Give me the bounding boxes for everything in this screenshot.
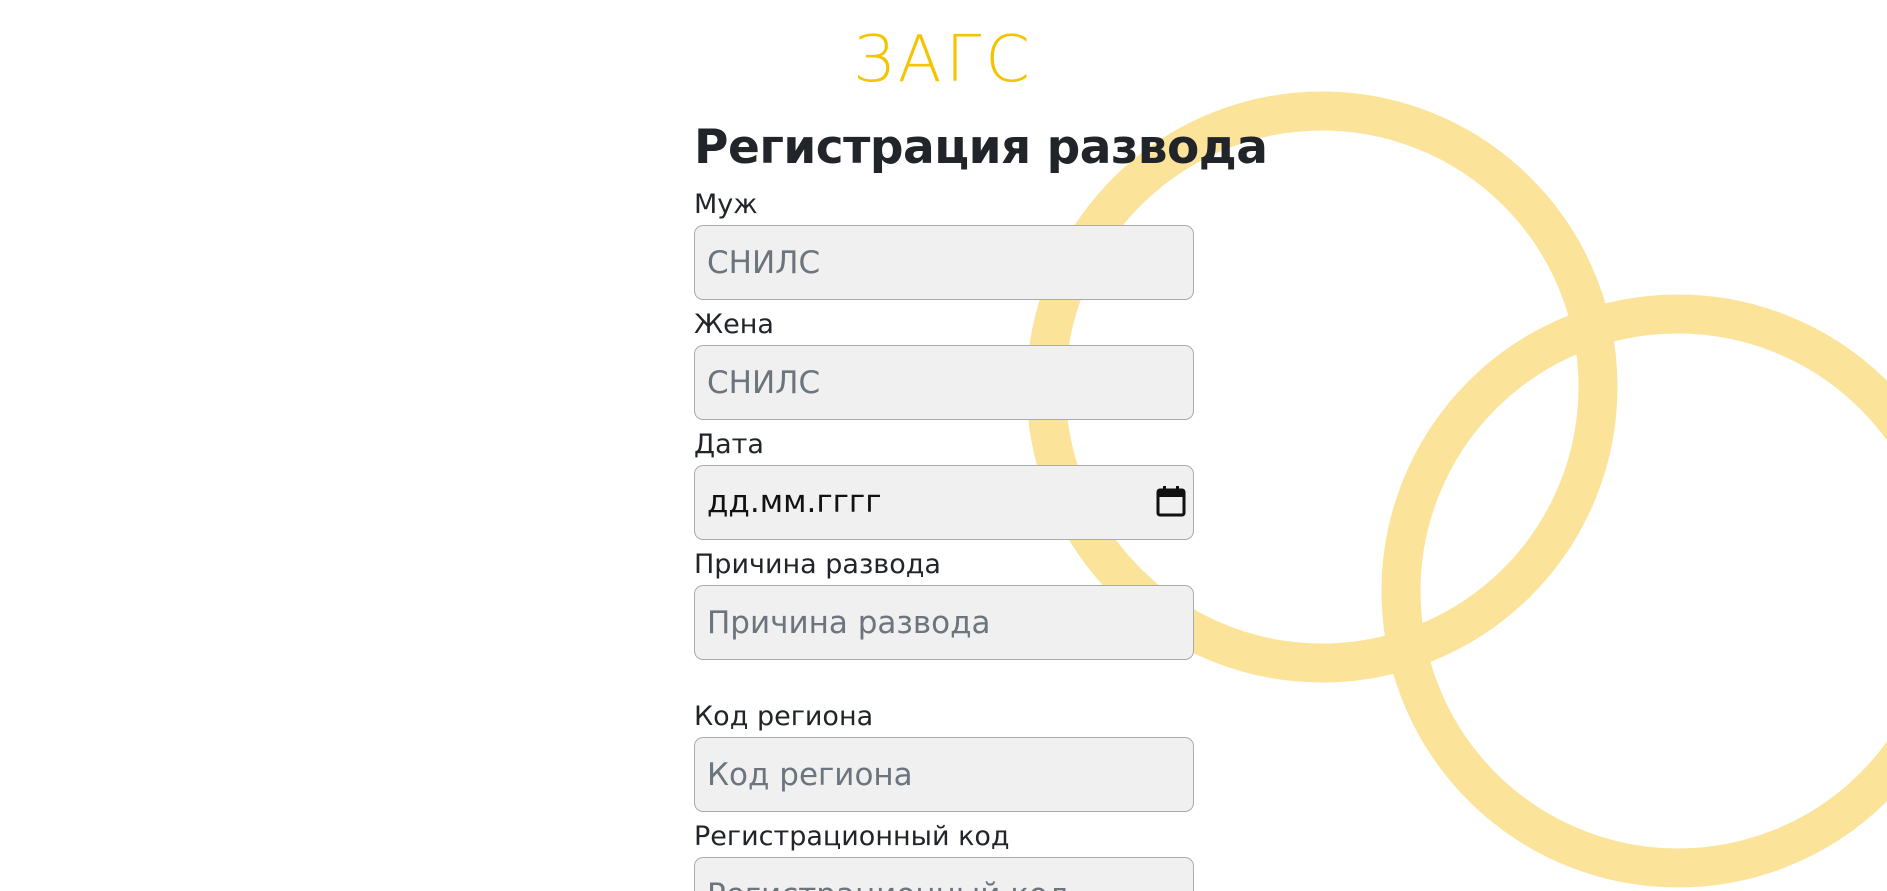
region-code-label: Код региона: [694, 701, 874, 732]
divorce-reason-label: Причина развода: [694, 549, 941, 580]
date-field: дд.мм.гггг: [694, 465, 1194, 540]
region-code-field: [694, 737, 1194, 812]
date-input-text: дд.мм.гггг: [707, 484, 882, 520]
husband-label: Муж: [694, 189, 758, 220]
wife-label: Жена: [694, 309, 774, 340]
divorce-reason-input[interactable]: [694, 585, 1194, 660]
date-label: Дата: [694, 429, 764, 460]
registration-code-input[interactable]: [694, 857, 1194, 891]
logo: ЗАГС: [853, 23, 1034, 97]
divorce-reason-field: [694, 585, 1194, 660]
region-code-input[interactable]: [694, 737, 1194, 812]
wife-snils-input[interactable]: [694, 345, 1194, 420]
husband-field: [694, 225, 1194, 300]
registration-code-label: Регистрационный код: [694, 821, 1010, 852]
page-title: Регистрация развода: [694, 120, 1268, 175]
husband-snils-input[interactable]: [694, 225, 1194, 300]
ring-right: [1381, 294, 1887, 888]
page: ЗАГС Регистрация развода Муж Жена Дата д…: [0, 0, 1887, 891]
divorce-registration-form: Регистрация развода Муж Жена Дата дд.мм.…: [694, 118, 1268, 891]
registration-code-field: [694, 857, 1194, 891]
calendar-icon[interactable]: [1156, 485, 1186, 517]
wife-field: [694, 345, 1194, 420]
